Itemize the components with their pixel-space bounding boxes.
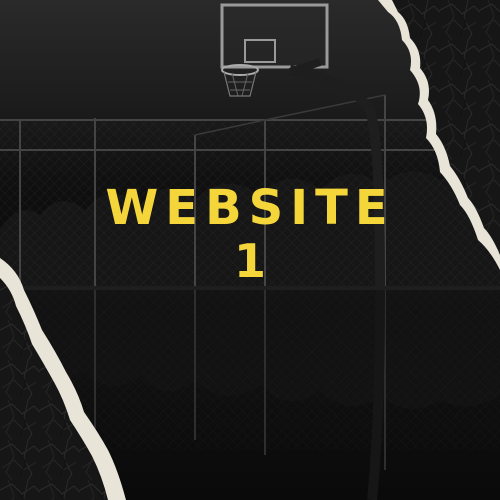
title-number: 1 (233, 234, 266, 288)
website-title: WEBSITE 1 (0, 184, 500, 284)
title-word: WEBSITE (105, 180, 395, 236)
graphic-canvas: WEBSITE 1 (0, 0, 500, 500)
